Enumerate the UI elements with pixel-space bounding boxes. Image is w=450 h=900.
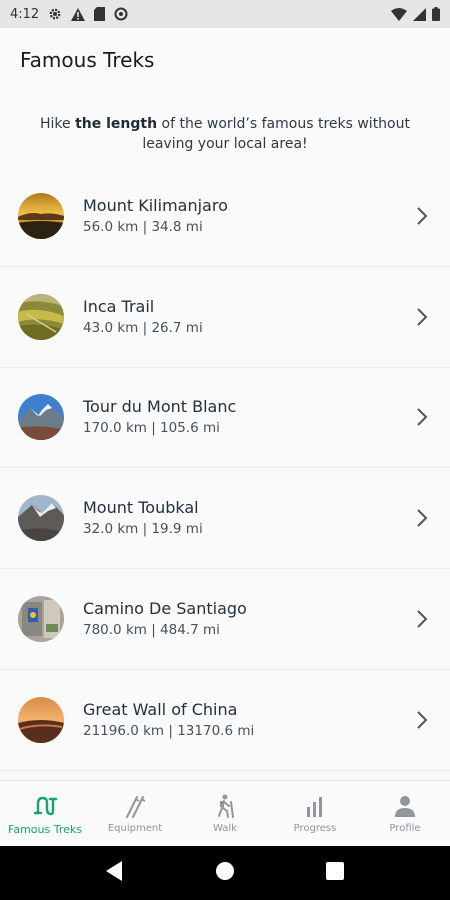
trek-name: Camino De Santiago [83, 599, 247, 619]
trek-name: Mount Kilimanjaro [83, 195, 228, 215]
battery-icon [432, 7, 440, 21]
bar-chart-icon [307, 797, 322, 817]
trek-list: Mount Kilimanjaro 56.0 km | 34.8 mi Inca… [0, 166, 450, 771]
status-time: 4:12 [10, 6, 40, 22]
trek-item-great-wall-of-china[interactable]: Great Wall of China 21196.0 km | 13170.6… [0, 669, 450, 771]
intro-text: Hike the length of the world’s famous tr… [20, 114, 430, 154]
chevron-right-icon [417, 509, 428, 527]
intro-bold: the length [75, 116, 158, 132]
intro-prefix: Hike [39, 116, 76, 132]
hiking-poles-icon [126, 796, 146, 818]
route-icon [33, 796, 58, 816]
trek-distance: 21196.0 km | 13170.6 mi [83, 722, 255, 739]
trek-item-tour-du-mont-blanc[interactable]: Tour du Mont Blanc 170.0 km | 105.6 mi [0, 367, 450, 469]
warning-icon [71, 7, 86, 21]
bottom-nav: Famous Treks Equipment Walk Progress Pro… [0, 780, 450, 846]
chevron-right-icon [417, 307, 428, 326]
trek-item-camino-de-santiago[interactable]: Camino De Santiago 780.0 km | 484.7 mi [0, 569, 450, 670]
tab-equipment[interactable]: Equipment [90, 781, 180, 846]
nav-label: Famous Treks [8, 823, 82, 836]
tab-walk[interactable]: Walk [180, 781, 270, 846]
trek-name: Inca Trail [83, 296, 155, 316]
page-title: Famous Treks [20, 48, 155, 72]
signal-icon [413, 7, 426, 21]
trek-distance: 32.0 km | 19.9 mi [83, 521, 203, 538]
trek-distance: 780.0 km | 484.7 mi [83, 622, 220, 639]
sd-card-icon [94, 7, 106, 21]
person-icon [395, 796, 415, 817]
app-header: Famous Treks [0, 28, 450, 94]
tab-famous-treks[interactable]: Famous Treks [0, 781, 90, 846]
home-icon[interactable] [215, 861, 235, 886]
trek-distance: 43.0 km | 26.7 mi [83, 319, 203, 336]
toubkal-photo [18, 495, 64, 542]
chevron-right-icon [417, 610, 428, 628]
trek-name: Great Wall of China [83, 699, 238, 719]
trek-name: Tour du Mont Blanc [83, 397, 237, 417]
inca-trail-photo [18, 293, 64, 340]
chevron-right-icon [417, 408, 428, 427]
back-icon[interactable] [105, 860, 124, 886]
camino-photo [18, 596, 64, 643]
at-sign-icon [114, 7, 128, 21]
trek-item-mount-toubkal[interactable]: Mount Toubkal 32.0 km | 19.9 mi [0, 468, 450, 570]
trek-distance: 170.0 km | 105.6 mi [83, 420, 220, 437]
recents-icon[interactable] [326, 861, 345, 885]
chevron-right-icon [417, 711, 428, 729]
nav-label: Walk [213, 823, 237, 834]
trek-item-mount-kilimanjaro[interactable]: Mount Kilimanjaro 56.0 km | 34.8 mi [0, 166, 450, 267]
kilimanjaro-photo [18, 192, 64, 239]
intro-suffix: of the world’s famous treks without leav… [142, 116, 410, 152]
system-nav-bar [0, 846, 450, 900]
mont-blanc-photo [18, 394, 64, 441]
trek-name: Mount Toubkal [83, 498, 199, 518]
nav-label: Profile [389, 823, 421, 834]
tab-profile[interactable]: Profile [360, 781, 450, 846]
status-bar: 4:12 [0, 0, 450, 28]
great-wall-photo [18, 696, 64, 743]
hiker-icon [218, 794, 234, 818]
chevron-right-icon [417, 207, 428, 225]
wifi-icon [391, 7, 407, 21]
gear-icon [48, 7, 62, 21]
nav-label: Equipment [107, 823, 163, 834]
trek-distance: 56.0 km | 34.8 mi [83, 218, 203, 235]
nav-label: Progress [293, 823, 337, 834]
trek-item-inca-trail[interactable]: Inca Trail 43.0 km | 26.7 mi [0, 266, 450, 368]
tab-progress[interactable]: Progress [270, 781, 360, 846]
